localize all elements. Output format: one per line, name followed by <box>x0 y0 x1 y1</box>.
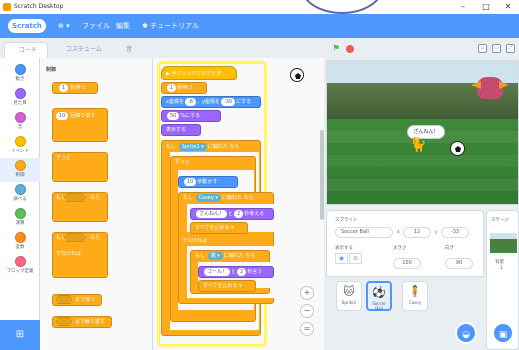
set-size-block[interactable]: 50 %にする <box>161 110 221 122</box>
green-flag-icon[interactable]: ⚑ <box>332 44 340 54</box>
move-steps-block[interactable]: 10 歩動かす <box>178 176 238 188</box>
direction-field[interactable]: 90 <box>445 258 473 269</box>
app-icon <box>3 3 11 11</box>
window-title: Scratch Desktop <box>14 3 64 10</box>
category-looks[interactable]: 見た目 <box>0 88 40 106</box>
zoom-reset-button[interactable]: = <box>300 322 314 336</box>
zoom-out-button[interactable]: − <box>300 304 314 318</box>
category-my-blocks[interactable]: ブロック定義 <box>0 256 40 274</box>
x-field[interactable]: 12 <box>403 227 431 238</box>
stop-all-block[interactable]: すべてを止める ▾ <box>190 222 248 234</box>
menu-bar: Scratch ⊕ ▾ ファイル 編集 ✱ チュートリアル <box>0 14 519 38</box>
tutorial-menu[interactable]: ✱ チュートリアル <box>142 14 199 38</box>
maximize-button[interactable]: □ <box>479 0 493 14</box>
category-control[interactable]: 制御 <box>0 158 40 182</box>
category-sensing[interactable]: 調べる <box>0 184 40 202</box>
add-sprite-button[interactable]: ◒ <box>455 322 477 344</box>
category-motion[interactable]: 動き <box>0 64 40 82</box>
tab-code[interactable]: コード <box>4 42 48 58</box>
sprite-tile-casey[interactable]: 🧍 Casey <box>402 281 428 311</box>
say-block[interactable]: ゴール！と 2 秒言う <box>198 266 274 278</box>
file-menu[interactable]: ファイル <box>82 14 110 38</box>
minimize-button[interactable]: – <box>456 0 470 14</box>
scratch-logo[interactable]: Scratch <box>8 19 46 33</box>
show-block[interactable]: 表示する <box>161 124 201 136</box>
stop-icon[interactable] <box>346 45 354 53</box>
hide-sprite-toggle[interactable]: ⊘ <box>349 253 362 264</box>
zoom-in-button[interactable]: + <box>300 286 314 300</box>
cat-sprite[interactable]: 🐈 <box>409 137 426 153</box>
category-events[interactable]: イベント <box>0 136 40 154</box>
script-scrollbar[interactable] <box>320 130 324 220</box>
size-field[interactable]: 100 <box>393 258 421 269</box>
close-button[interactable]: ✕ <box>501 0 515 14</box>
stop-all-block-2[interactable]: すべてを止める ▾ <box>198 280 256 292</box>
sprite-thumbnail-ball <box>290 68 306 84</box>
editor-tabs: コード コスチューム 音 <box>0 38 165 58</box>
category-menu: 動き 見た目 音 イベント 制御 調べる 演算 変数 ブロック定義 ⊞ <box>0 58 40 350</box>
stage-thumbnail[interactable] <box>490 233 517 253</box>
tab-costumes[interactable]: コスチューム <box>52 42 108 58</box>
sprite-tile-sprite1[interactable]: 🐱 Sprite1 <box>336 281 362 311</box>
tab-sounds[interactable]: 音 <box>112 42 146 58</box>
show-sprite-toggle[interactable]: ◉ <box>335 253 348 264</box>
category-operators[interactable]: 演算 <box>0 208 40 226</box>
soccer-ball-sprite[interactable] <box>450 141 465 156</box>
sprite-tile-soccer-ball[interactable]: ⚽ Soccer Ball <box>366 281 392 311</box>
block-palette: 制御 1 秒待つ 10 回繰り返す ずっと もし なら もし なら でなければ まで… <box>40 58 153 350</box>
casey-sprite[interactable] <box>477 77 503 99</box>
stage-canvas[interactable]: ざんねん！ 🐈 <box>326 60 519 205</box>
category-sound[interactable]: 音 <box>0 112 40 130</box>
scratch-window: Scratch Desktop – □ ✕ Scratch ⊕ ▾ ファイル 編… <box>0 0 519 350</box>
palette-heading: 制御 <box>46 67 57 73</box>
sprite-name-field[interactable]: Soccer Ball <box>335 227 393 238</box>
y-field[interactable]: -33 <box>441 227 469 238</box>
fullscreen-icon[interactable]: ⤢ <box>506 44 515 53</box>
language-menu[interactable]: ⊕ ▾ <box>58 14 70 38</box>
when-flag-clicked-block[interactable]: ▶ がクリックされたとき <box>161 66 237 80</box>
title-bar: Scratch Desktop – □ ✕ <box>0 0 519 14</box>
add-extension-button[interactable]: ⊞ <box>0 320 40 350</box>
add-backdrop-button[interactable]: ▣ <box>492 322 514 344</box>
palette-wait-block[interactable]: 1 秒待つ <box>52 82 98 94</box>
wait-block[interactable]: 1 秒待つ <box>161 82 207 94</box>
normal-stage-icon[interactable]: ▭ <box>492 44 501 53</box>
small-stage-icon[interactable]: ▫ <box>478 44 487 53</box>
edit-menu[interactable]: 編集 <box>116 14 130 38</box>
go-to-xy-block[interactable]: x座標を -6 、y座標を -30 にする <box>161 96 261 108</box>
category-variables[interactable]: 変数 <box>0 232 40 250</box>
think-block[interactable]: ざんねん！と 2 秒考える <box>190 208 274 220</box>
